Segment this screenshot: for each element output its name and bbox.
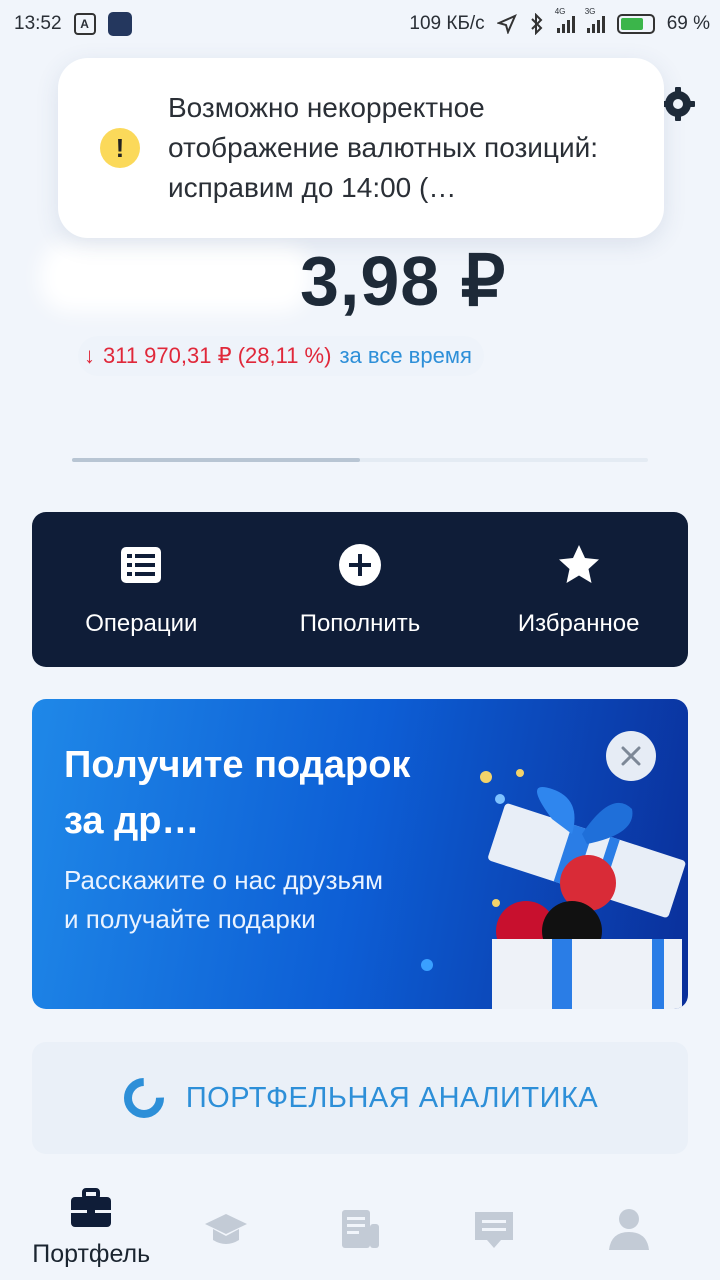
nav-chat[interactable] xyxy=(427,1186,561,1252)
portfolio-change-badge[interactable]: ↓ 311 970,31 ₽ (28,11 %) за все время xyxy=(78,336,484,376)
nav-portfolio[interactable]: Портфель xyxy=(24,1186,158,1269)
balance-hidden-part xyxy=(40,242,310,312)
donut-chart-icon xyxy=(123,1078,164,1118)
close-promo-button[interactable] xyxy=(606,731,656,781)
top-up-button[interactable]: Пополнить xyxy=(260,542,460,638)
nav-news[interactable] xyxy=(293,1186,427,1252)
signal-icon: 3G xyxy=(585,7,605,33)
exclamation-icon: ! xyxy=(100,128,140,168)
nav-portfolio-label: Портфель xyxy=(32,1240,151,1268)
change-period: за все время xyxy=(339,343,472,368)
promo-text: Расскажите о нас друзьям и получайте под… xyxy=(64,865,384,934)
nav-education[interactable] xyxy=(158,1186,292,1252)
arrow-down-icon: ↓ xyxy=(84,343,95,368)
quick-actions-bar: Операции Пополнить Избранное xyxy=(32,512,688,667)
news-icon xyxy=(342,1210,380,1248)
briefcase-icon xyxy=(71,1188,112,1227)
operations-button[interactable]: Операции xyxy=(41,542,241,638)
profile-icon xyxy=(608,1209,649,1250)
currency-warning-notice[interactable]: ! Возможно некорректное отображение валю… xyxy=(58,58,664,238)
promo-title: Получите подарок за др… xyxy=(64,744,411,842)
top-up-label: Пополнить xyxy=(299,609,421,637)
status-time: 13:52 xyxy=(14,13,62,34)
portfolio-balance: 3,98 ₽ xyxy=(300,242,507,320)
navigation-notification-icon: A xyxy=(73,13,96,35)
portfolio-analytics-button[interactable]: ПОРТФЕЛЬНАЯ АНАЛИТИКА xyxy=(32,1042,688,1154)
chat-icon xyxy=(475,1212,514,1248)
favorites-label: Избранное xyxy=(517,609,640,637)
app-notification-icon xyxy=(107,12,132,36)
analytics-label: ПОРТФЕЛЬНАЯ АНАЛИТИКА xyxy=(185,1081,599,1114)
battery-level: 69 % xyxy=(666,13,710,34)
gear-icon[interactable] xyxy=(660,86,696,122)
plus-circle-icon xyxy=(338,543,381,586)
bluetooth-icon xyxy=(530,13,543,35)
battery-icon xyxy=(616,14,655,34)
star-icon xyxy=(558,544,599,583)
operations-label: Операции xyxy=(85,609,198,637)
location-icon xyxy=(496,14,517,34)
warning-text: Возможно некорректное отображение валютн… xyxy=(168,92,599,203)
gift-illustration xyxy=(421,769,686,1009)
status-bar: 13:52 A 109 КБ/с 4G 3G 69 % xyxy=(0,0,720,48)
graduation-cap-icon xyxy=(204,1214,247,1244)
bottom-navigation: Портфель xyxy=(0,1170,720,1280)
network-speed: 109 КБ/с xyxy=(409,13,485,34)
favorites-button[interactable]: Избранное xyxy=(479,542,679,638)
referral-promo-banner[interactable]: Получите подарок за др… Расскажите о нас… xyxy=(32,699,688,1009)
signal-icon: 4G xyxy=(555,7,575,33)
change-amount: 311 970,31 ₽ (28,11 %) xyxy=(103,343,332,368)
carousel-indicator xyxy=(72,458,648,462)
nav-profile[interactable] xyxy=(562,1186,696,1252)
close-icon xyxy=(621,746,641,766)
carousel-indicator-fill xyxy=(72,458,360,462)
list-icon xyxy=(121,546,162,583)
